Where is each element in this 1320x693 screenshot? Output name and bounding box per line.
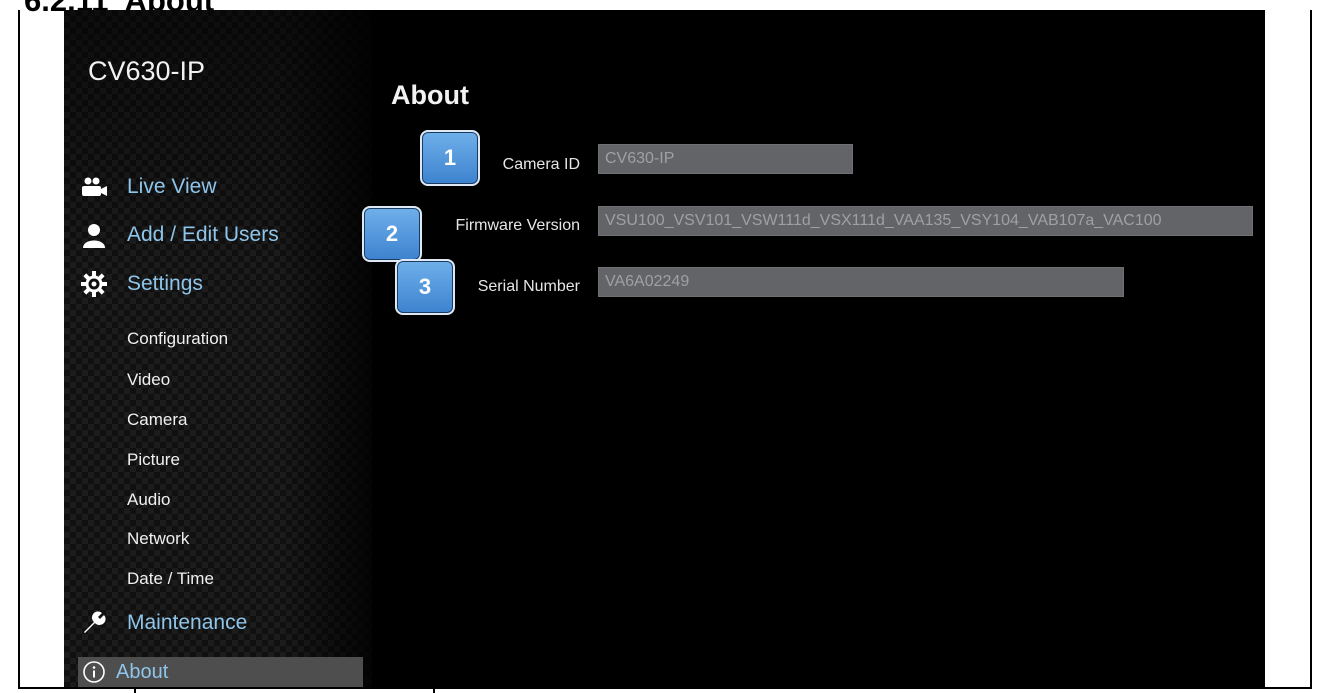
sidebar-item-camera[interactable]: Camera [127,410,187,430]
nav-settings-label: Settings [127,272,203,295]
sidebar-item-video[interactable]: Video [127,370,170,390]
video-camera-person-icon [79,174,109,200]
sidebar-item-configuration[interactable]: Configuration [127,329,228,349]
nav-add-edit-users-label: Add / Edit Users [127,223,279,246]
camera-web-ui: CV630-IP Live View Add / Edit Users Sett… [64,10,1265,687]
table-divider [433,687,435,693]
serial-number-label: Serial Number [477,278,580,295]
page-title: About [391,80,469,110]
camera-id-field[interactable] [598,144,853,174]
nav-about[interactable]: About [78,657,363,687]
callout-badge-3: 3 [395,259,455,315]
firmware-version-label: Firmware Version [455,217,580,234]
serial-number-field[interactable] [598,267,1124,297]
sidebar-item-audio[interactable]: Audio [127,490,170,510]
callout-badge-2: 2 [362,206,422,262]
nav-live-view-label: Live View [127,175,217,198]
camera-id-label: Camera ID [502,156,580,173]
wrench-icon [79,610,109,636]
brand-title: CV630-IP [88,56,206,86]
nav-settings[interactable]: Settings [79,271,203,297]
nav-add-edit-users[interactable]: Add / Edit Users [79,222,279,248]
info-circle-icon [82,660,106,684]
nav-about-label: About [116,660,169,683]
nav-maintenance[interactable]: Maintenance [79,610,247,636]
gear-icon [79,271,109,297]
nav-live-view[interactable]: Live View [79,174,217,200]
sidebar-item-picture[interactable]: Picture [127,450,180,470]
sidebar-item-network[interactable]: Network [127,529,189,549]
user-icon [79,222,109,248]
sidebar-item-date-time[interactable]: Date / Time [127,569,214,589]
document-table-bottom-border [18,687,1312,693]
nav-maintenance-label: Maintenance [127,611,248,634]
firmware-version-field[interactable] [598,206,1253,236]
callout-badge-1: 1 [420,130,480,186]
sidebar: CV630-IP Live View Add / Edit Users Sett… [64,10,372,687]
table-divider [134,687,136,693]
